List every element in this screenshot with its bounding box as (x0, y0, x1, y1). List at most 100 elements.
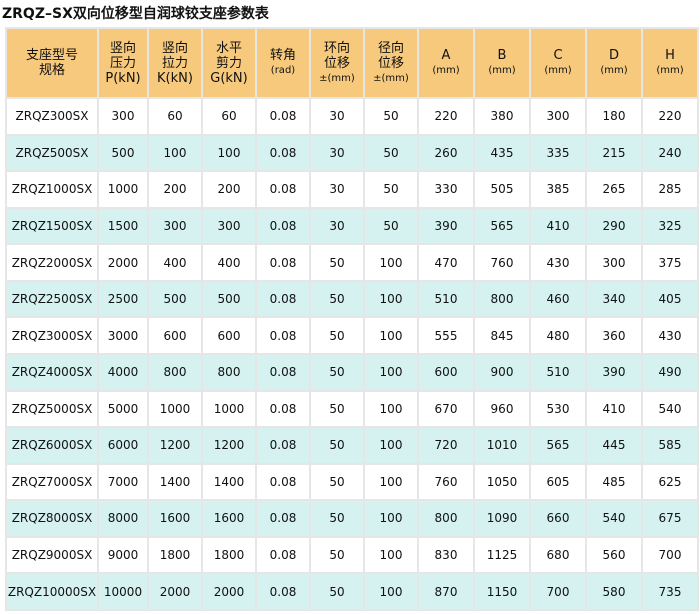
value-cell: 560 (587, 537, 641, 573)
value-cell: 0.08 (257, 354, 309, 390)
column-header-line: 竖向 (161, 40, 188, 56)
value-cell: 260 (419, 135, 473, 171)
column-header-line: (mm) (488, 65, 516, 76)
value-cell: 10000 (99, 574, 147, 609)
table-row: ZRQZ8000SX 8000 1600 1600 0.08 50 100 800 1090 66… (7, 501, 697, 536)
value-cell: 1050 (475, 464, 529, 500)
value-cell: 100 (365, 537, 417, 573)
value-cell: 720 (419, 428, 473, 463)
value-cell: 390 (419, 208, 473, 244)
column-header-line: C (553, 48, 563, 63)
value-cell: 6000 (99, 428, 147, 463)
value-cell: 460 (531, 281, 585, 317)
value-cell: 390 (587, 354, 641, 390)
value-cell: 60 (203, 99, 255, 134)
column-header-line: 剪力 (215, 55, 242, 71)
value-cell: 50 (311, 354, 363, 390)
value-cell: 0.08 (257, 574, 309, 609)
value-cell: 265 (587, 172, 641, 207)
value-cell: 0.08 (257, 501, 309, 536)
model-cell: ZRQZ500SX (7, 135, 97, 171)
value-cell: 540 (587, 501, 641, 536)
value-cell: 50 (311, 281, 363, 317)
value-cell: 2500 (99, 281, 147, 317)
value-cell: 0.08 (257, 391, 309, 427)
table-header-row: 支座型号 规格 竖向 压力 P(kN) 竖向 拉力 K(kN) 水平 剪力 G(kN) 转角 (rad)… (7, 29, 697, 97)
model-cell: ZRQZ9000SX (7, 537, 97, 573)
value-cell: 0.08 (257, 172, 309, 207)
value-cell: 410 (587, 391, 641, 427)
value-cell: 0.08 (257, 428, 309, 463)
value-cell: 100 (365, 281, 417, 317)
value-cell: 100 (365, 354, 417, 390)
value-cell: 0.08 (257, 245, 309, 280)
value-cell: 1200 (203, 428, 255, 463)
value-cell: 900 (475, 354, 529, 390)
column-header-line: (mm) (656, 65, 684, 76)
value-cell: 50 (311, 318, 363, 353)
value-cell: 600 (419, 354, 473, 390)
column-header-line: 水平 (215, 40, 242, 56)
value-cell: 50 (365, 99, 417, 134)
column-header: 径向 位移 ±(mm) (365, 29, 417, 97)
model-cell: ZRQZ300SX (7, 99, 97, 134)
value-cell: 680 (531, 537, 585, 573)
value-cell: 0.08 (257, 99, 309, 134)
table-row: ZRQZ1000SX 1000 200 200 0.08 30 50 330 505 385 265… (7, 172, 697, 207)
value-cell: 240 (643, 135, 697, 171)
value-cell: 100 (365, 501, 417, 536)
value-cell: 555 (419, 318, 473, 353)
value-cell: 1125 (475, 537, 529, 573)
value-cell: 505 (475, 172, 529, 207)
table-row: ZRQZ6000SX 6000 1200 1200 0.08 50 100 720 1010 56… (7, 428, 697, 463)
value-cell: 200 (203, 172, 255, 207)
value-cell: 30 (311, 208, 363, 244)
model-cell: ZRQZ2500SX (7, 281, 97, 317)
value-cell: 4000 (99, 354, 147, 390)
value-cell: 0.08 (257, 464, 309, 500)
value-cell: 0.08 (257, 208, 309, 244)
value-cell: 50 (311, 391, 363, 427)
value-cell: 1200 (149, 428, 201, 463)
value-cell: 605 (531, 464, 585, 500)
value-cell: 50 (311, 574, 363, 609)
value-cell: 1400 (203, 464, 255, 500)
value-cell: 430 (531, 245, 585, 280)
column-header: 竖向 拉力 K(kN) (149, 29, 201, 97)
value-cell: 50 (365, 135, 417, 171)
value-cell: 300 (531, 99, 585, 134)
model-cell: ZRQZ1000SX (7, 172, 97, 207)
column-header-line: 转角 (269, 48, 296, 63)
value-cell: 100 (365, 574, 417, 609)
value-cell: 1400 (149, 464, 201, 500)
value-cell: 30 (311, 135, 363, 171)
value-cell: 30 (311, 99, 363, 134)
value-cell: 565 (531, 428, 585, 463)
value-cell: 735 (643, 574, 697, 609)
value-cell: 100 (365, 245, 417, 280)
value-cell: 7000 (99, 464, 147, 500)
value-cell: 1090 (475, 501, 529, 536)
value-cell: 700 (643, 537, 697, 573)
value-cell: 480 (531, 318, 585, 353)
value-cell: 100 (149, 135, 201, 171)
column-header-line: 拉力 (161, 55, 188, 71)
value-cell: 600 (203, 318, 255, 353)
value-cell: 500 (203, 281, 255, 317)
column-header-line: H (665, 48, 675, 63)
value-cell: 100 (365, 464, 417, 500)
value-cell: 100 (365, 428, 417, 463)
parameter-table-container: 支座型号 规格 竖向 压力 P(kN) 竖向 拉力 K(kN) 水平 剪力 G(kN) 转角 (rad)… (5, 27, 699, 611)
value-cell: 675 (643, 501, 697, 536)
value-cell: 500 (99, 135, 147, 171)
value-cell: 830 (419, 537, 473, 573)
table-row: ZRQZ2500SX 2500 500 500 0.08 50 100 510 800 460 34… (7, 281, 697, 317)
value-cell: 100 (365, 391, 417, 427)
value-cell: 800 (419, 501, 473, 536)
value-cell: 8000 (99, 501, 147, 536)
column-header-line: 压力 (109, 55, 136, 71)
value-cell: 1600 (149, 501, 201, 536)
value-cell: 1000 (99, 172, 147, 207)
model-cell: ZRQZ5000SX (7, 391, 97, 427)
value-cell: 500 (149, 281, 201, 317)
